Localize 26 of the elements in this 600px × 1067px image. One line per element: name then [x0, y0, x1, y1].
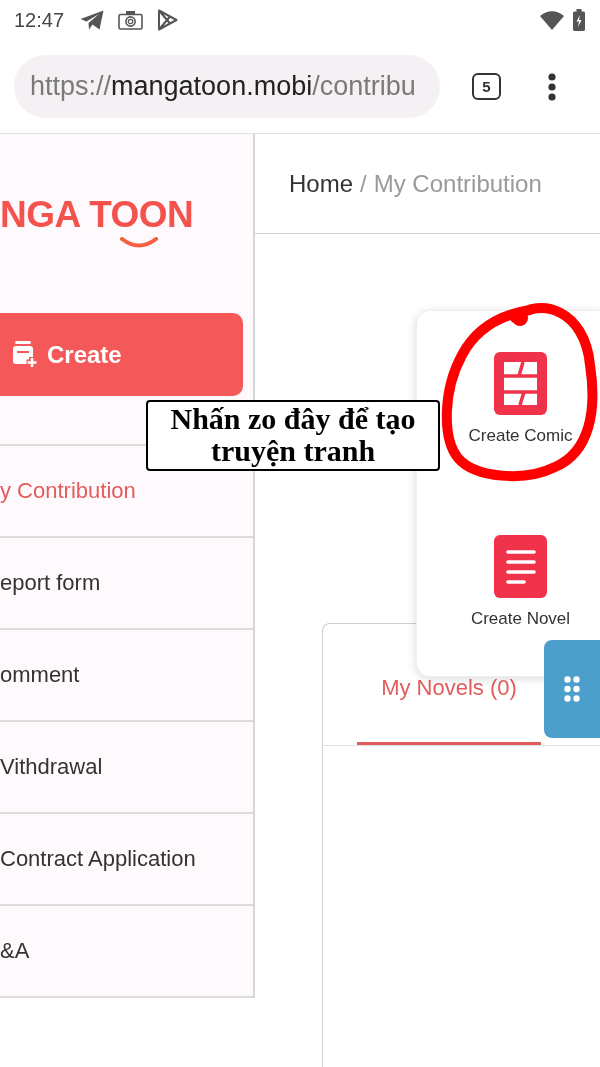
paper-plane-icon: [80, 10, 105, 30]
menu-item[interactable]: Create Comic: [468, 352, 573, 447]
annotation-callout: Nhấn zo đây để tạo truyện tranh: [146, 400, 440, 471]
clock-time: 12:47: [14, 10, 65, 30]
play-triangle-icon: [157, 9, 179, 31]
sidebar-link[interactable]: Contract Application: [0, 845, 196, 873]
sidebar-link[interactable]: omment: [0, 661, 80, 689]
logo-wordmark: NGA TOON: [0, 196, 194, 233]
comic-panels-icon: [494, 352, 547, 415]
wifi-icon: [540, 10, 564, 30]
breadcrumb-separator: /: [360, 168, 367, 199]
dots-grid-icon: [564, 676, 580, 702]
sidebar-link[interactable]: eport form: [0, 569, 101, 597]
document-lines-icon: [494, 535, 547, 598]
smile-icon: [120, 237, 158, 248]
floating-button[interactable]: [544, 640, 600, 738]
overflow-menu-icon[interactable]: [548, 72, 556, 101]
battery-charging-icon: [573, 9, 585, 31]
add-document-icon: [12, 340, 38, 369]
tab-switcher-button[interactable]: 5: [472, 73, 501, 100]
breadcrumb-current: My Contribution: [373, 168, 542, 199]
camera-icon: [118, 10, 144, 30]
breadcrumb-link[interactable]: Home: [289, 165, 354, 202]
sidebar-link[interactable]: Vithdrawal: [0, 753, 103, 781]
url-field[interactable]: https://mangatoon.mobi/contribu: [14, 55, 440, 118]
sidebar-link[interactable]: &A: [0, 937, 30, 965]
